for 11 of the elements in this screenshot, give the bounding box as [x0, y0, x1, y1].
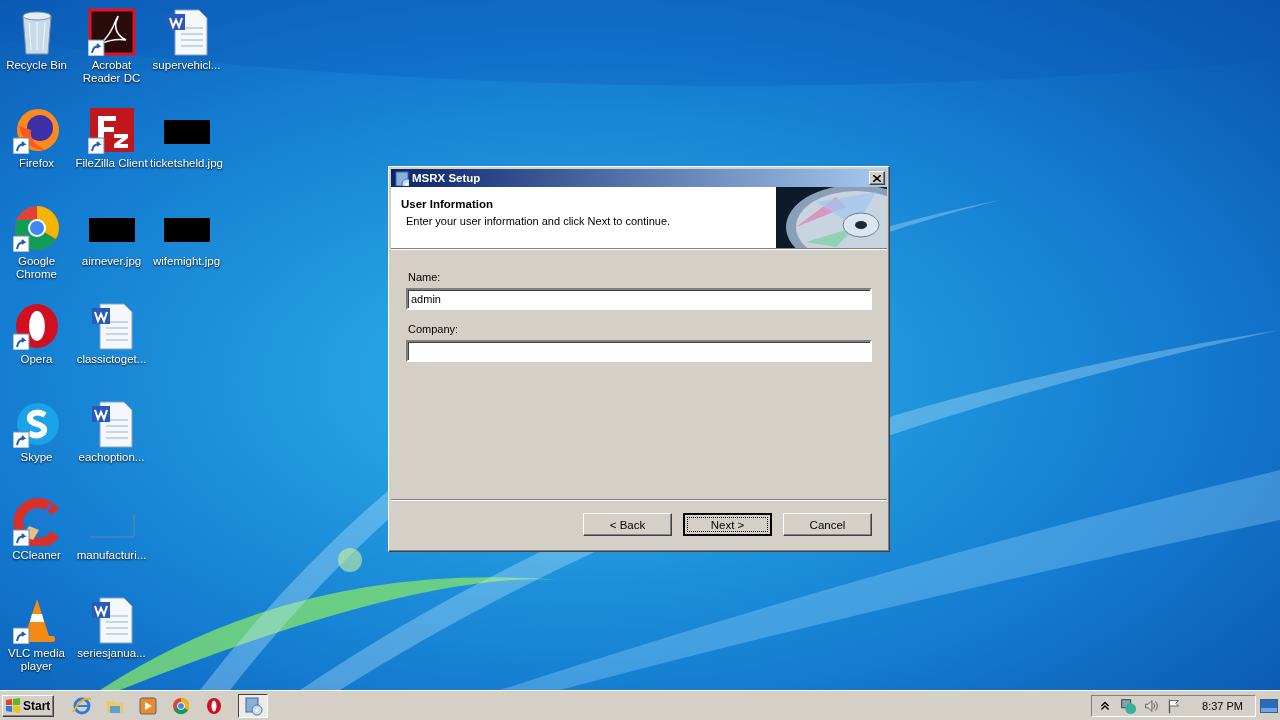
opera-icon[interactable] [204, 695, 224, 716]
clock[interactable]: 8:37 PM [1202, 699, 1243, 712]
network-icon[interactable] [1119, 696, 1138, 715]
taskbar-button[interactable] [238, 693, 268, 718]
windows-logo-icon [5, 697, 21, 714]
setup-icon [243, 695, 263, 716]
start-button[interactable]: Start [2, 694, 54, 717]
show-desktop-icon[interactable] [1260, 698, 1278, 713]
play-icon[interactable] [138, 695, 158, 716]
internet-explorer-icon[interactable] [72, 695, 92, 716]
chrome-icon[interactable] [171, 695, 191, 716]
